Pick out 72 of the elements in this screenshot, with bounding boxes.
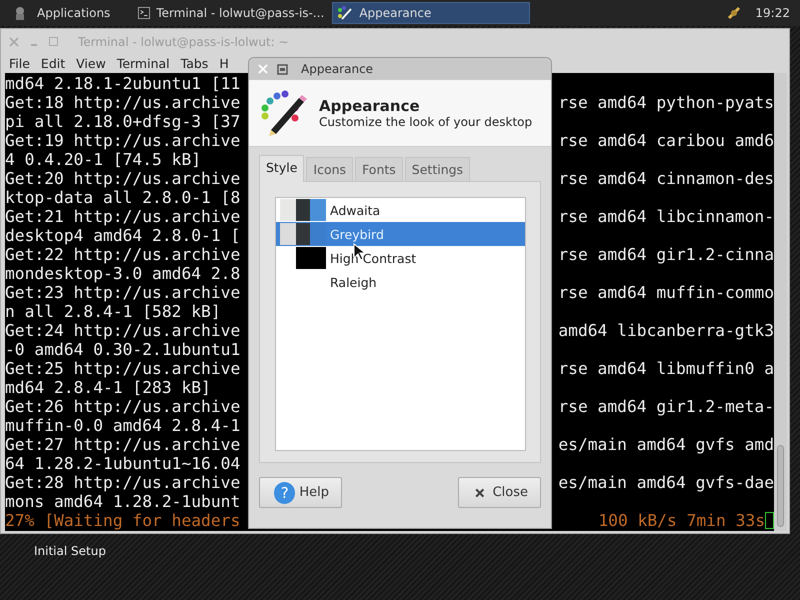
clock[interactable]: 19:22: [755, 6, 790, 20]
terminal-line: rse amd64 gir1.2-cinna: [558, 245, 774, 264]
tab[interactable]: Icons: [306, 157, 354, 181]
taskbar-button[interactable]: Terminal - lolwut@pass-is-...: [134, 2, 328, 24]
palette-pencil-icon: [259, 90, 307, 136]
terminal-line: md64 2.18.1-2ubuntu1 [11: [5, 74, 240, 93]
terminal-line: Get:19 http://us.archive: [5, 131, 240, 150]
terminal-line: Get:21 http://us.archive: [5, 207, 240, 226]
terminal-line: Get:24 http://us.archive: [5, 321, 240, 340]
terminal-line: rse amd64 cinnamon-des: [558, 169, 774, 188]
close-button[interactable]: Close: [458, 477, 541, 508]
terminal-line: Get:22 http://us.archive: [5, 245, 240, 264]
window-title: Appearance: [301, 62, 374, 76]
terminal-line: desktop4 amd64 2.8.0-1 [: [5, 226, 240, 245]
terminal-line: rse amd64 caribou amd6: [558, 131, 774, 150]
terminal-line: pi all 2.18.0+dfsg-3 [37: [5, 112, 240, 131]
progress-text: 100 kB/s 7min 33s: [598, 511, 765, 530]
theme-row[interactable]: Greybird: [276, 222, 525, 246]
terminal-line: 64 1.28.2-1ubuntu1~16.04: [5, 454, 240, 473]
window-title: Terminal - lolwut@pass-is-lolwut: ~: [78, 34, 289, 48]
theme-row[interactable]: High Contrast: [276, 246, 525, 270]
theme-row[interactable]: Adwaita: [276, 198, 525, 222]
progress-text: 27% [Waiting for headers: [5, 511, 240, 530]
menu-item[interactable]: H: [219, 56, 229, 71]
help-button[interactable]: ? Help: [259, 477, 342, 508]
terminal-line: Get:28 http://us.archive: [5, 473, 240, 492]
menu-item[interactable]: Tabs: [180, 56, 208, 71]
terminal-line: muffin-0.0 amd64 2.8.4-1: [5, 416, 240, 435]
terminal-line: n all 2.8.4-1 [582 kB]: [5, 302, 221, 321]
menu-item[interactable]: View: [76, 56, 106, 71]
terminal-line: Get:18 http://us.archive: [5, 93, 240, 112]
minimize-icon[interactable]: [31, 44, 37, 46]
text-cursor: [765, 512, 774, 529]
menu-item[interactable]: File: [9, 56, 30, 71]
menu-item[interactable]: Terminal: [116, 56, 170, 71]
terminal-line: es/main amd64 gvfs-dae: [558, 473, 774, 492]
terminal-line: rse amd64 libmuffin0 a: [558, 359, 774, 378]
terminal-line: Get:25 http://us.archive: [5, 359, 240, 378]
terminal-line: md64 2.8.4-1 [283 kB]: [5, 378, 211, 397]
palette-icon: [337, 6, 354, 20]
terminal-line: rse amd64 python-pyats: [558, 93, 774, 112]
terminal-line: rse amd64 muffin-commo: [558, 283, 774, 302]
terminal-line: mondesktop-3.0 amd64 2.8: [5, 264, 240, 283]
terminal-line: Get:27 http://us.archive: [5, 435, 240, 454]
tab[interactable]: Settings: [404, 157, 470, 181]
terminal-line: amd64 libcanberra-gtk3: [558, 321, 774, 340]
terminal-line: -0 amd64 0.30-2.1ubuntu1: [5, 340, 240, 359]
terminal-line: rse amd64 gir1.2-meta-: [558, 397, 774, 416]
theme-preview-icon: [280, 199, 326, 221]
terminal-icon: [138, 6, 150, 20]
tab[interactable]: Fonts: [355, 157, 403, 181]
terminal-line: Get:23 http://us.archive: [5, 283, 240, 302]
tab[interactable]: Style: [259, 155, 304, 182]
scrollbar-thumb[interactable]: [777, 445, 784, 527]
terminal-line: rse amd64 libcinnamon-: [558, 207, 774, 226]
terminal-line: 4 0.4.20-1 [74.5 kB]: [5, 150, 202, 169]
close-icon[interactable]: [9, 36, 19, 46]
theme-row[interactable]: Raleigh: [276, 270, 525, 294]
terminal-line: Get:20 http://us.archive: [5, 169, 240, 188]
dialog-subtitle: Customize the look of your desktop: [319, 115, 532, 129]
taskbar-button[interactable]: Appearance: [332, 2, 530, 24]
menu-item[interactable]: Edit: [40, 56, 66, 71]
desktop-icon-label[interactable]: Initial Setup: [34, 544, 106, 558]
applications-menu[interactable]: Applications: [37, 6, 110, 20]
terminal-line: ktop-data all 2.8.0-1 [8: [5, 188, 240, 207]
terminal-line: mons amd64 1.28.2-1ubunt: [5, 492, 240, 511]
maximize-icon[interactable]: [277, 64, 288, 74]
theme-preview-icon: [280, 223, 326, 245]
help-icon: ?: [274, 482, 296, 504]
terminal-line: Get:26 http://us.archive: [5, 397, 240, 416]
terminal-line: es/main amd64 gvfs amd: [558, 435, 774, 454]
dialog-heading: Appearance: [319, 97, 421, 115]
